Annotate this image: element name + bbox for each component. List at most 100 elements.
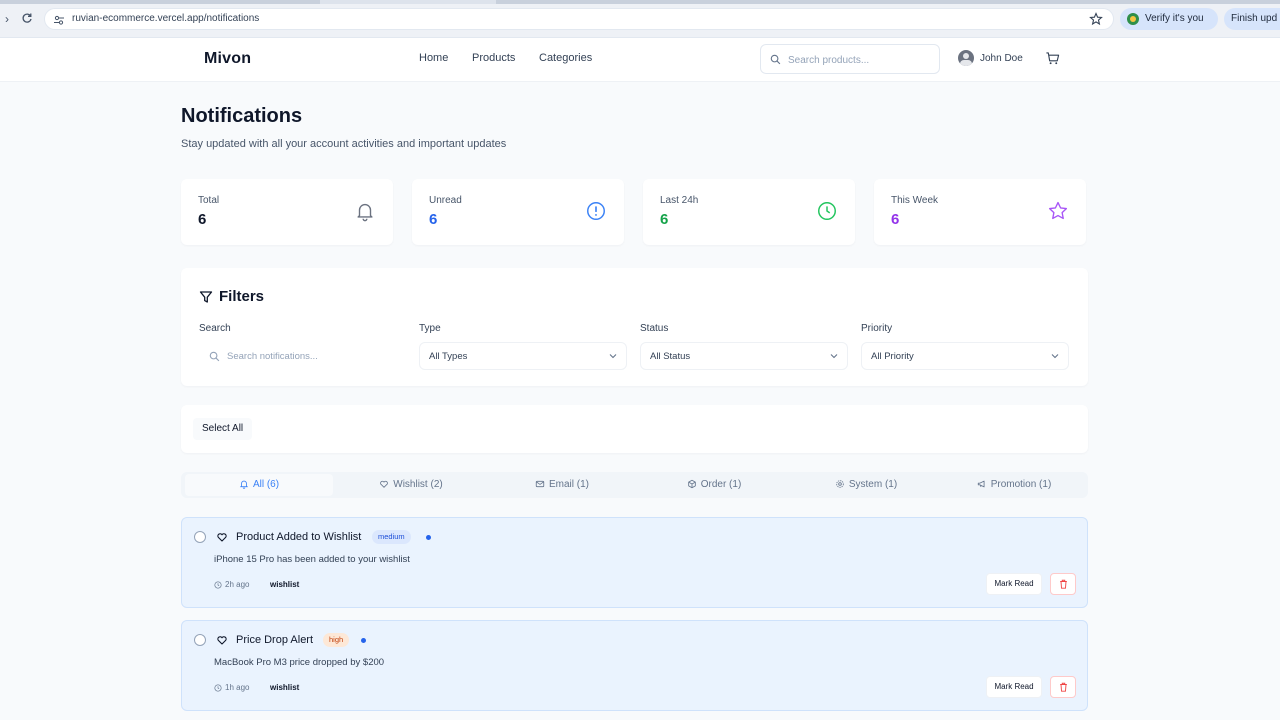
product-search-input[interactable]	[788, 52, 933, 68]
gear-icon	[836, 480, 844, 488]
page-title: Notifications	[181, 105, 303, 127]
stat-label: Last 24h	[660, 195, 699, 206]
cart-icon[interactable]	[1045, 51, 1060, 66]
tab-order[interactable]: Order (1)	[640, 474, 788, 496]
notification-search-field[interactable]: Search notifications...	[199, 342, 407, 370]
unread-indicator	[361, 638, 366, 643]
stat-label: Total	[198, 195, 220, 206]
site-header: Mivon Home Products Categories John Doe	[0, 38, 1280, 82]
stat-card-this-week: This Week 6	[874, 179, 1086, 245]
forward-icon[interactable]: ›	[0, 12, 14, 26]
trash-icon	[1060, 682, 1067, 692]
search-icon	[209, 351, 220, 362]
notification-time: 2h ago	[214, 580, 249, 589]
delete-button[interactable]	[1050, 573, 1076, 595]
site-logo[interactable]: Mivon	[204, 50, 251, 68]
clock-icon	[214, 581, 222, 589]
status-select-value: All Status	[650, 351, 691, 362]
stat-value: 6	[429, 211, 438, 228]
finish-label: Finish upd	[1231, 13, 1278, 24]
stat-label: Unread	[429, 195, 462, 206]
clock-icon	[818, 202, 836, 220]
chevron-down-icon	[1051, 354, 1059, 359]
delete-button[interactable]	[1050, 676, 1076, 698]
select-all-button[interactable]: Select All	[193, 418, 253, 440]
chevron-down-icon	[609, 354, 617, 359]
stat-card-total: Total 6	[181, 179, 393, 245]
nav-categories[interactable]: Categories	[539, 52, 592, 64]
profile-badge-icon	[1127, 13, 1139, 25]
time-text: 1h ago	[225, 683, 250, 692]
nav-home[interactable]: Home	[419, 52, 448, 64]
heart-icon	[380, 480, 389, 488]
notification-item[interactable]: Product Added to Wishlist medium iPhone …	[181, 517, 1088, 608]
product-search[interactable]	[760, 44, 940, 74]
tab-email[interactable]: Email (1)	[488, 474, 636, 496]
avatar[interactable]	[958, 50, 974, 66]
megaphone-icon	[977, 480, 985, 488]
notification-time: 1h ago	[214, 683, 249, 692]
notification-category-tag: wishlist	[270, 683, 300, 692]
tab-label: System (1)	[848, 479, 898, 490]
notification-checkbox[interactable]	[194, 634, 206, 646]
address-bar[interactable]: ruvian-ecommerce.vercel.app/notification…	[44, 8, 1114, 30]
tab-label: All (6)	[252, 479, 280, 490]
stat-label: This Week	[891, 195, 939, 206]
tab-label: Wishlist (2)	[393, 479, 443, 490]
notification-search-placeholder: Search notifications...	[227, 351, 318, 362]
alert-circle-icon	[587, 202, 605, 220]
package-icon	[687, 479, 696, 489]
stat-card-unread: Unread 6	[412, 179, 624, 245]
notification-item[interactable]: Price Drop Alert high MacBook Pro M3 pri…	[181, 620, 1088, 711]
nav-products[interactable]: Products	[472, 52, 515, 64]
tab-label: Email (1)	[548, 479, 589, 490]
bulk-actions-bar: Select All	[181, 405, 1088, 453]
notification-title: Product Added to Wishlist	[236, 531, 362, 543]
user-name[interactable]: John Doe	[980, 53, 1023, 64]
filters-panel: Filters Search Search notifications... T…	[181, 268, 1088, 386]
stat-card-last-24h: Last 24h 6	[643, 179, 855, 245]
tab-label: Order (1)	[700, 479, 742, 490]
notification-checkbox[interactable]	[194, 531, 206, 543]
status-filter-label: Status	[640, 323, 669, 334]
notification-category-tag: wishlist	[270, 580, 300, 589]
filters-title: Filters	[219, 288, 265, 305]
site-info-icon[interactable]	[53, 14, 65, 26]
priority-badge: high	[323, 633, 350, 647]
type-select-value: All Types	[429, 351, 468, 362]
bell-icon	[239, 480, 249, 489]
finish-update-button[interactable]: Finish upd	[1224, 8, 1280, 30]
filter-icon	[199, 291, 213, 303]
star-icon	[1048, 201, 1068, 220]
stat-value: 6	[198, 211, 207, 228]
tab-all[interactable]: All (6)	[185, 474, 333, 496]
status-select[interactable]: All Status	[640, 342, 848, 370]
heart-icon	[217, 533, 227, 542]
priority-filter-label: Priority	[861, 323, 893, 334]
stat-value: 6	[660, 211, 669, 228]
tab-promotion[interactable]: Promotion (1)	[944, 474, 1084, 496]
unread-indicator	[426, 535, 431, 540]
bookmark-star-icon[interactable]	[1089, 12, 1103, 26]
reload-icon[interactable]	[20, 12, 34, 26]
url-text: ruvian-ecommerce.vercel.app/notification…	[72, 13, 260, 24]
priority-badge: medium	[372, 530, 411, 544]
tab-label: Promotion (1)	[990, 479, 1052, 490]
mark-read-button[interactable]: Mark Read	[986, 676, 1042, 698]
notification-tabs: All (6) Wishlist (2) Email (1) Order (1)…	[181, 472, 1088, 498]
mark-read-button[interactable]: Mark Read	[986, 573, 1042, 595]
tab-strip	[0, 0, 1280, 4]
tab-system[interactable]: System (1)	[792, 474, 940, 496]
verify-account-button[interactable]: Verify it's you	[1120, 8, 1218, 30]
page-subtitle: Stay updated with all your account activ…	[181, 138, 507, 150]
heart-icon	[217, 636, 227, 645]
chevron-down-icon	[830, 354, 838, 359]
type-filter-label: Type	[419, 323, 441, 334]
type-select[interactable]: All Types	[419, 342, 627, 370]
priority-select[interactable]: All Priority	[861, 342, 1069, 370]
tab-wishlist[interactable]: Wishlist (2)	[337, 474, 485, 496]
priority-select-value: All Priority	[871, 351, 914, 362]
notification-message: MacBook Pro M3 price dropped by $200	[214, 657, 385, 668]
search-filter-label: Search	[199, 323, 231, 334]
search-icon	[770, 54, 781, 65]
